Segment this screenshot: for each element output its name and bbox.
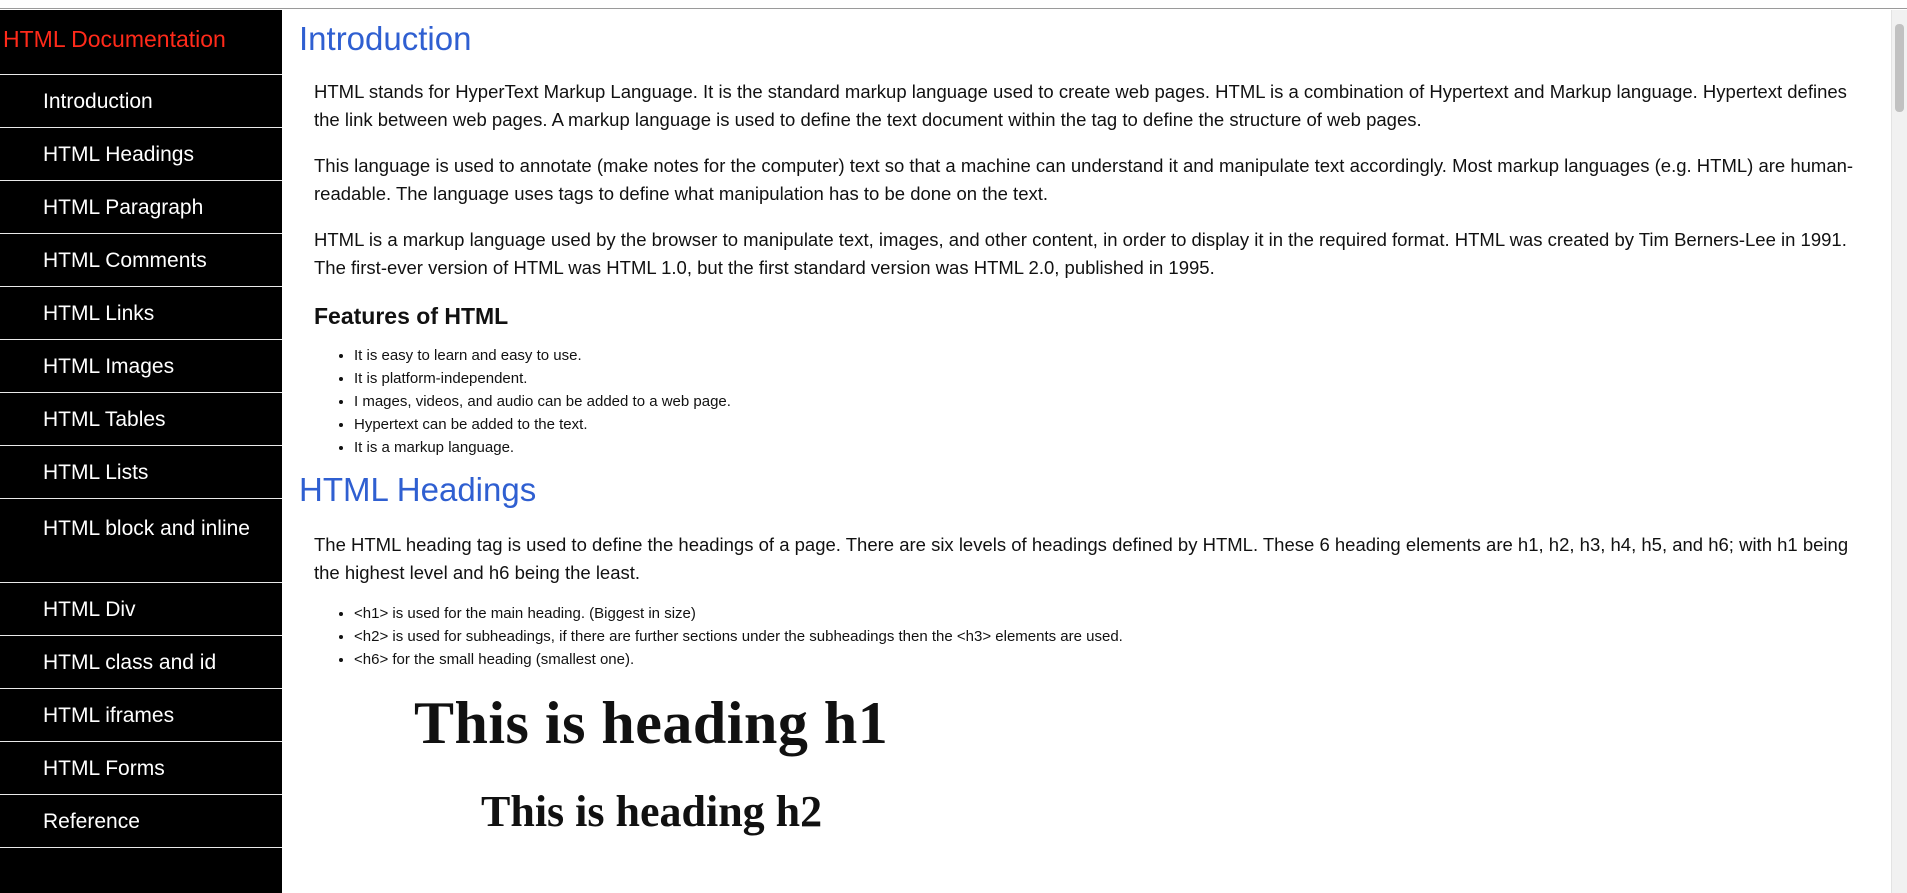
sidebar-item: HTML Comments (0, 233, 282, 286)
section-title-introduction: Introduction (299, 20, 472, 57)
sidebar-nav: Introduction HTML Headings HTML Paragrap… (0, 74, 282, 893)
vertical-scrollbar[interactable] (1891, 10, 1907, 893)
sidebar-title: HTML Documentation (3, 26, 226, 52)
sidebar-item: HTML Images (0, 339, 282, 392)
section-html-headings: HTML Headings The HTML heading tag is us… (282, 471, 1891, 837)
list-item: It is easy to learn and easy to use. (354, 344, 1891, 367)
nav-link-introduction[interactable]: Introduction (0, 75, 282, 127)
list-item: It is a markup language. (354, 436, 1891, 459)
features-list: It is easy to learn and easy to use. It … (354, 344, 1891, 459)
list-item: It is platform-independent. (354, 367, 1891, 390)
sidebar: HTML Documentation Introduction HTML Hea… (0, 10, 282, 893)
sidebar-item: Introduction (0, 74, 282, 127)
nav-link-html-headings[interactable]: HTML Headings (0, 128, 282, 180)
intro-paragraph: HTML stands for HyperText Markup Languag… (314, 81, 1847, 130)
sidebar-item: HTML Links (0, 286, 282, 339)
sidebar-item: HTML Div (0, 582, 282, 635)
nav-link-html-links[interactable]: HTML Links (0, 287, 282, 339)
features-heading: Features of HTML (314, 303, 509, 329)
nav-link-html-paragraph[interactable]: HTML Paragraph (0, 181, 282, 233)
nav-link-html-comments[interactable]: HTML Comments (0, 234, 282, 286)
headings-paragraph: The HTML heading tag is used to define t… (314, 534, 1849, 583)
sidebar-item: HTML Lists (0, 445, 282, 498)
nav-link-html-images[interactable]: HTML Images (0, 340, 282, 392)
sidebar-item: HTML class and id (0, 635, 282, 688)
nav-link-html-tables[interactable]: HTML Tables (0, 393, 282, 445)
sidebar-item: HTML Forms (0, 741, 282, 794)
sidebar-item: HTML Paragraph (0, 180, 282, 233)
nav-link-html-div[interactable]: HTML Div (0, 583, 282, 635)
sidebar-item: Reference (0, 794, 282, 847)
example-heading-h2: This is heading h2 (481, 787, 823, 836)
sidebar-divider (0, 847, 282, 893)
nav-link-html-class-id[interactable]: HTML class and id (0, 636, 282, 688)
intro-paragraph: This language is used to annotate (make … (314, 155, 1854, 204)
list-item: <h2> is used for subheadings, if there a… (354, 625, 1891, 648)
list-item: <h1> is used for the main heading. (Bigg… (354, 602, 1891, 625)
section-title-html-headings: HTML Headings (299, 471, 537, 508)
nav-link-html-iframes[interactable]: HTML iframes (0, 689, 282, 741)
nav-link-html-forms[interactable]: HTML Forms (0, 742, 282, 794)
scrollbar-thumb[interactable] (1895, 24, 1904, 112)
section-introduction: Introduction HTML stands for HyperText M… (282, 20, 1891, 459)
intro-paragraph: HTML is a markup language used by the br… (314, 229, 1847, 278)
list-item: I mages, videos, and audio can be added … (354, 390, 1891, 413)
headings-list: <h1> is used for the main heading. (Bigg… (354, 602, 1891, 671)
sidebar-item: HTML Tables (0, 392, 282, 445)
main-content: Introduction HTML stands for HyperText M… (282, 10, 1891, 893)
nav-link-reference[interactable]: Reference (0, 795, 282, 847)
browser-top-edge (0, 0, 1907, 9)
sidebar-item: HTML block and inline (0, 498, 282, 582)
example-heading-h1: This is heading h1 (414, 690, 889, 756)
list-item: <h6> for the small heading (smallest one… (354, 648, 1891, 671)
list-item: Hypertext can be added to the text. (354, 413, 1891, 436)
nav-link-html-block-inline[interactable]: HTML block and inline (0, 499, 250, 582)
nav-link-html-lists[interactable]: HTML Lists (0, 446, 282, 498)
sidebar-item: HTML Headings (0, 127, 282, 180)
sidebar-item: HTML iframes (0, 688, 282, 741)
